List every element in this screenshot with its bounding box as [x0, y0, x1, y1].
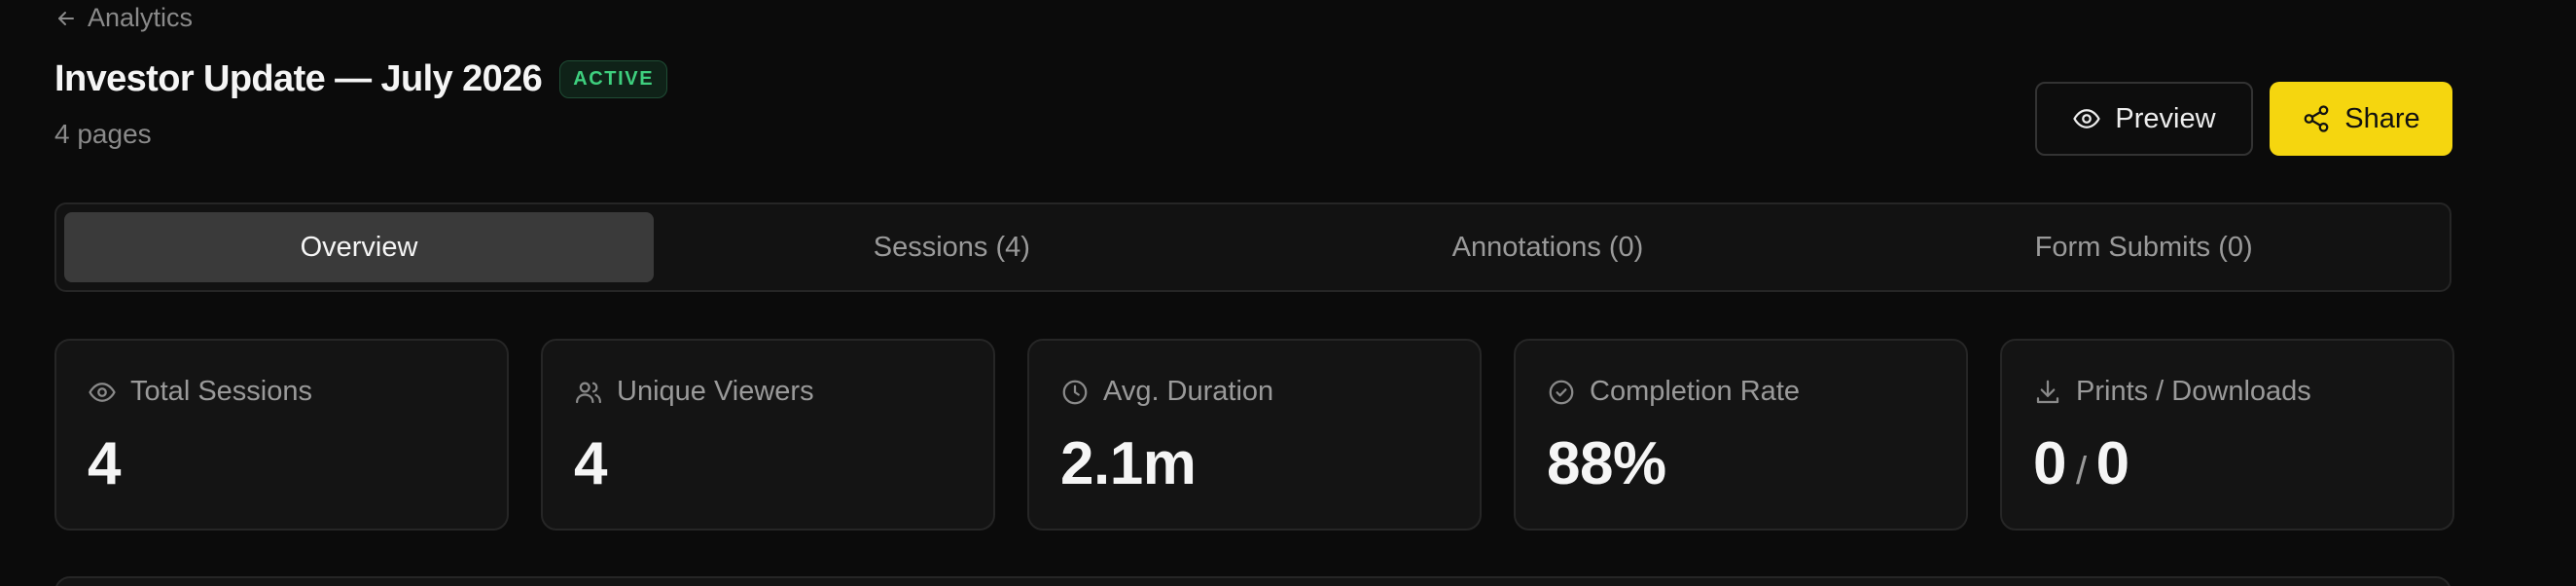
tab-form-submits[interactable]: Form Submits (0) [1845, 212, 2442, 282]
value-separator: / [2075, 450, 2087, 493]
stat-label: Completion Rate [1590, 376, 1800, 407]
share-button-label: Share [2344, 102, 2420, 134]
stat-label: Prints / Downloads [2076, 376, 2311, 407]
analytics-page: Analytics Investor Update — July 2026 AC… [0, 0, 2576, 586]
stat-card-avg-duration: Avg. Duration 2.1m [1027, 339, 1482, 531]
stat-value: 4 [574, 430, 607, 497]
tab-label: Overview [300, 231, 418, 263]
stat-value: 4 [88, 430, 121, 497]
stat-card-unique-viewers: Unique Viewers 4 [541, 339, 995, 531]
page-count: 4 pages [54, 119, 152, 149]
arrow-left-icon [58, 11, 74, 25]
page-title: Investor Update — July 2026 [54, 58, 543, 99]
preview-button-label: Preview [2115, 102, 2216, 134]
back-link[interactable]: Analytics [54, 3, 193, 33]
tab-sessions[interactable]: Sessions (4) [654, 212, 1250, 282]
tab-label: Annotations (0) [1451, 231, 1644, 263]
prints-value: 0 [2033, 430, 2066, 497]
stat-value: 2.1m [1060, 430, 1197, 497]
tab-overview[interactable]: Overview [64, 212, 654, 282]
tab-annotations[interactable]: Annotations (0) [1250, 212, 1846, 282]
stat-label: Unique Viewers [617, 376, 814, 407]
status-badge: ACTIVE [559, 60, 668, 98]
tab-label: Sessions (4) [873, 231, 1030, 263]
clock-icon [1062, 380, 1088, 404]
eye-icon [2073, 109, 2101, 128]
eye-icon [89, 382, 116, 402]
header-actions: Preview Share [2035, 82, 2452, 156]
stat-card-completion-rate: Completion Rate 88% [1514, 339, 1968, 531]
stat-value: 88% [1547, 430, 1666, 497]
share-icon [2304, 105, 2329, 132]
downloads-value: 0 [2095, 430, 2129, 497]
stat-card-total-sessions: Total Sessions 4 [54, 339, 509, 531]
back-link-label: Analytics [88, 3, 194, 32]
users-icon [576, 382, 601, 403]
check-circle-icon [1549, 380, 1574, 404]
stat-label: Avg. Duration [1103, 376, 1274, 407]
share-button[interactable]: Share [2270, 82, 2452, 156]
tab-bar: Overview Sessions (4) Annotations (0) Fo… [54, 202, 2451, 292]
tab-label: Form Submits (0) [2034, 231, 2253, 263]
stat-card-prints-downloads: Prints / Downloads 0/0 [2000, 339, 2454, 531]
title-row: Investor Update — July 2026 ACTIVE [54, 58, 668, 100]
content-panel [54, 576, 2451, 586]
stat-label: Total Sessions [130, 376, 312, 407]
stats-cards: Total Sessions 4 Unique Viewers 4 Avg. D… [54, 339, 2454, 531]
download-icon [2036, 380, 2059, 403]
stat-value: 0/0 [2033, 429, 2421, 498]
preview-button[interactable]: Preview [2035, 82, 2253, 156]
